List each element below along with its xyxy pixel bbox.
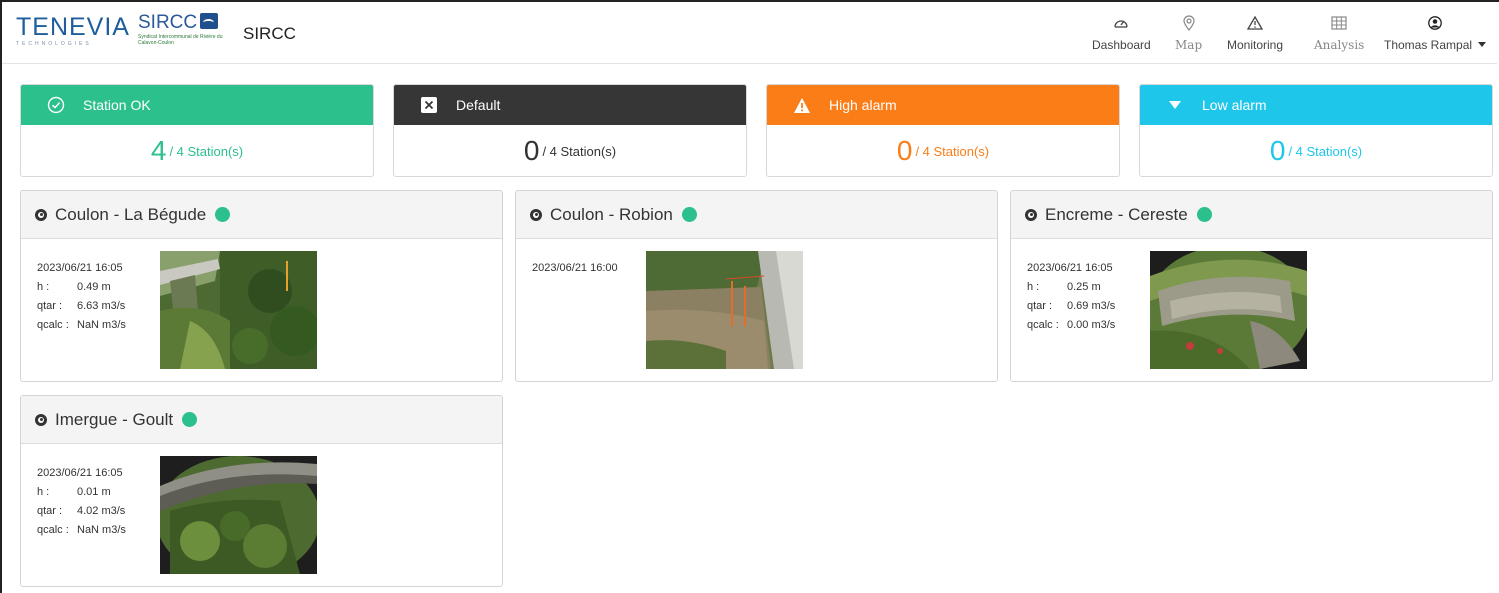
sircc-logo-tagline: Syndicat Intercommunal de Rivière du Cal… — [138, 34, 223, 46]
status-total: / 4 Station(s) — [169, 143, 244, 159]
status-total: / 4 Station(s) — [915, 143, 990, 159]
status-card-label: Station OK — [83, 97, 151, 113]
station-timestamp: 2023/06/21 16:05 — [1027, 262, 1113, 274]
status-dot — [681, 207, 697, 222]
table-icon — [1331, 14, 1347, 32]
sircc-logo-text: SIRCC — [138, 12, 198, 33]
tenevia-logo-subtext: TECHNOLOGIES — [16, 41, 92, 47]
qtar-label: qtar : — [37, 505, 63, 517]
status-dot — [215, 207, 231, 222]
x-box-icon — [420, 96, 438, 114]
river-logo-icon — [200, 13, 219, 29]
nav-analysis[interactable]: Analysis — [1314, 14, 1364, 52]
qcalc-value: 0.00 m3/s — [1067, 319, 1116, 331]
station-measurements: 2023/06/21 16:05 h : 0.01 m qtar : 4.02 m3… — [37, 464, 126, 540]
station-camera-image[interactable] — [160, 251, 317, 369]
station-card[interactable]: Coulon - Robion 2023/06/21 16:00 — [515, 190, 998, 382]
status-card-label: Default — [456, 97, 501, 113]
station-name[interactable]: Coulon - Robion — [550, 205, 673, 225]
status-total: / 4 Station(s) — [542, 143, 617, 159]
qcalc-label: qcalc : — [37, 524, 69, 536]
status-card-low-alarm[interactable]: Low alarm 0 / 4 Station(s) — [1139, 84, 1493, 177]
h-label: h : — [1027, 281, 1040, 293]
sircc-logo: SIRCC Syndicat Intercommunal de Rivière … — [138, 12, 228, 56]
nav-monitoring[interactable]: Monitoring — [1227, 14, 1283, 52]
station-timestamp: 2023/06/21 16:05 — [37, 262, 123, 274]
qtar-value: 4.02 m3/s — [77, 505, 126, 517]
station-timestamp: 2023/06/21 16:00 — [532, 262, 618, 274]
h-label: h : — [37, 486, 50, 498]
station-measurements: 2023/06/21 16:00 — [532, 259, 618, 278]
warning-triangle-icon — [793, 96, 811, 114]
status-count: 4 — [150, 135, 167, 166]
camera-icon — [530, 208, 542, 221]
status-card-high-alarm[interactable]: High alarm 0 / 4 Station(s) — [766, 84, 1120, 177]
station-card[interactable]: Imergue - Goult 2023/06/21 16:05 h : 0.01… — [20, 395, 503, 587]
status-count: 0 — [896, 135, 913, 166]
chevron-down-icon — [1478, 42, 1487, 47]
station-card[interactable]: Encreme - Cereste 2023/06/21 16:05 h : 0.… — [1010, 190, 1493, 382]
h-value: 0.25 m — [1067, 281, 1101, 293]
qtar-value: 0.69 m3/s — [1067, 300, 1116, 312]
station-name[interactable]: Imergue - Goult — [55, 410, 173, 430]
station-name[interactable]: Coulon - La Bégude — [55, 205, 206, 225]
nav-map-label: Map — [1175, 38, 1203, 52]
station-camera-image[interactable] — [1150, 251, 1307, 369]
qcalc-label: qcalc : — [37, 319, 69, 331]
status-card-ok[interactable]: Station OK 4 / 4 Station(s) — [20, 84, 374, 177]
gauge-icon — [1113, 14, 1129, 32]
camera-icon — [35, 208, 47, 221]
h-value: 0.49 m — [77, 281, 111, 293]
nav-map[interactable]: Map — [1175, 14, 1202, 52]
camera-icon — [35, 413, 47, 426]
top-header: TENEVIA TECHNOLOGIES SIRCC Syndicat Inte… — [2, 2, 1497, 64]
user-name: Thomas Rampal — [1384, 38, 1473, 52]
tenevia-logo-text: TENEVIA — [16, 13, 130, 41]
status-count: 0 — [1269, 135, 1286, 166]
status-count: 0 — [523, 135, 540, 166]
qtar-label: qtar : — [37, 300, 63, 312]
status-dot — [182, 412, 198, 427]
station-card[interactable]: Coulon - La Bégude 2023/06/21 16:05 h : 0… — [20, 190, 503, 382]
check-circle-icon — [47, 96, 65, 114]
qtar-label: qtar : — [1027, 300, 1053, 312]
nav-monitoring-label: Monitoring — [1227, 38, 1284, 52]
station-name[interactable]: Encreme - Cereste — [1045, 205, 1188, 225]
triangle-down-icon — [1166, 96, 1184, 114]
status-card-label: High alarm — [829, 97, 897, 113]
map-pin-icon — [1182, 14, 1195, 32]
warning-icon — [1247, 14, 1264, 32]
nav-analysis-label: Analysis — [1314, 38, 1365, 52]
status-total: / 4 Station(s) — [1288, 143, 1363, 159]
qcalc-value: NaN m3/s — [77, 319, 126, 331]
app-title: SIRCC — [243, 24, 296, 43]
user-circle-icon — [1428, 14, 1442, 32]
station-timestamp: 2023/06/21 16:05 — [37, 467, 123, 479]
nav-dashboard-label: Dashboard — [1092, 38, 1151, 52]
status-dot — [1196, 207, 1212, 222]
status-card-default[interactable]: Default 0 / 4 Station(s) — [393, 84, 747, 177]
qcalc-value: NaN m3/s — [77, 524, 126, 536]
status-card-label: Low alarm — [1202, 97, 1267, 113]
h-value: 0.01 m — [77, 486, 111, 498]
station-measurements: 2023/06/21 16:05 h : 0.25 m qtar : 0.69 m3… — [1027, 259, 1115, 335]
station-camera-image[interactable] — [646, 251, 803, 369]
nav-user-menu[interactable]: Thomas Rampal — [1384, 14, 1487, 52]
nav-dashboard[interactable]: Dashboard — [1092, 14, 1151, 52]
qcalc-label: qcalc : — [1027, 319, 1059, 331]
qtar-value: 6.63 m3/s — [77, 300, 126, 312]
station-measurements: 2023/06/21 16:05 h : 0.49 m qtar : 6.63 m3… — [37, 259, 126, 335]
station-camera-image[interactable] — [160, 456, 317, 574]
camera-icon — [1025, 208, 1037, 221]
tenevia-logo[interactable]: TENEVIA TECHNOLOGIES — [16, 13, 130, 54]
h-label: h : — [37, 281, 50, 293]
